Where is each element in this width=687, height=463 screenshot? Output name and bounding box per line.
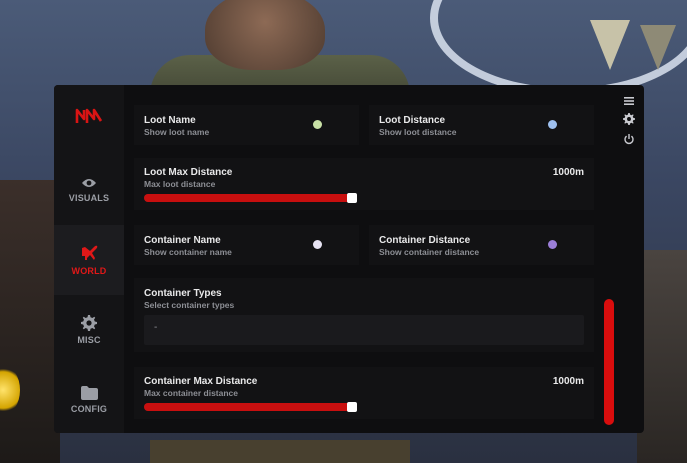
- sidebar-item-misc[interactable]: MISC: [54, 295, 124, 365]
- setting-subtitle: Select container types: [144, 300, 235, 310]
- background-character-head: [205, 0, 325, 70]
- select-value: -: [154, 322, 158, 333]
- background-flag: [640, 25, 676, 70]
- setting-title: Loot Distance: [379, 115, 446, 126]
- sidebar-item-visuals[interactable]: VISUALS: [54, 155, 124, 225]
- color-picker-swatch[interactable]: [548, 120, 557, 129]
- background-wall-right: [637, 250, 687, 463]
- background-figure: [150, 440, 410, 463]
- sidebar-item-label: WORLD: [71, 266, 107, 276]
- airplane-icon: [82, 245, 98, 260]
- setting-container-max-distance: Container Max Distance Max container dis…: [134, 367, 594, 419]
- setting-container-types: Container Types Select container types -: [134, 278, 594, 352]
- container-types-select[interactable]: -: [144, 315, 584, 345]
- color-picker-swatch[interactable]: [313, 240, 322, 249]
- sidebar-item-label: CONFIG: [70, 404, 108, 414]
- gear-icon: [81, 315, 97, 331]
- brand-logo: [75, 108, 103, 123]
- settings-panel: VISUALS WORLD MISC CONFIG Loot Name Show…: [54, 85, 644, 433]
- color-picker-swatch[interactable]: [548, 240, 557, 249]
- container-max-distance-slider[interactable]: [144, 402, 357, 412]
- scrollbar-thumb[interactable]: [604, 299, 614, 425]
- loot-max-distance-slider[interactable]: [144, 193, 357, 203]
- setting-subtitle: Max loot distance: [144, 179, 216, 189]
- setting-subtitle: Max container distance: [144, 388, 239, 398]
- slider-handle[interactable]: [347, 193, 357, 203]
- setting-title: Container Types: [144, 288, 222, 299]
- setting-title: Container Distance: [379, 235, 471, 246]
- sidebar-item-world[interactable]: WORLD: [54, 225, 124, 295]
- setting-subtitle: Show loot distance: [379, 127, 457, 137]
- power-icon[interactable]: [623, 133, 635, 145]
- gear-icon[interactable]: [623, 113, 635, 125]
- setting-container-name[interactable]: Container Name Show container name: [134, 225, 359, 265]
- sidebar-item-config[interactable]: CONFIG: [54, 365, 124, 435]
- setting-subtitle: Show container distance: [379, 247, 480, 257]
- setting-loot-distance[interactable]: Loot Distance Show loot distance: [369, 105, 594, 145]
- setting-title: Loot Name: [144, 115, 196, 126]
- sidebar-item-label: MISC: [77, 335, 101, 345]
- slider-value: 1000m: [552, 167, 584, 178]
- menu-icon[interactable]: [623, 95, 635, 107]
- sidebar: VISUALS WORLD MISC CONFIG: [54, 85, 124, 433]
- settings-content: Loot Name Show loot name Loot Distance S…: [134, 85, 604, 433]
- folder-icon: [80, 386, 98, 400]
- setting-title: Container Name: [144, 235, 221, 246]
- background-flag: [590, 20, 630, 70]
- setting-subtitle: Show loot name: [144, 127, 210, 137]
- setting-title: Loot Max Distance: [144, 167, 233, 178]
- slider-value: 1000m: [552, 376, 584, 387]
- setting-loot-name[interactable]: Loot Name Show loot name: [134, 105, 359, 145]
- setting-title: Container Max Distance: [144, 376, 258, 387]
- setting-container-distance[interactable]: Container Distance Show container distan…: [369, 225, 594, 265]
- background-wall-left: [0, 180, 60, 463]
- slider-fill: [144, 194, 357, 202]
- slider-handle[interactable]: [347, 402, 357, 412]
- color-picker-swatch[interactable]: [313, 120, 322, 129]
- slider-fill: [144, 403, 357, 411]
- setting-subtitle: Show container name: [144, 247, 232, 257]
- setting-loot-max-distance: Loot Max Distance Max loot distance 1000…: [134, 158, 594, 210]
- sidebar-item-label: VISUALS: [68, 193, 110, 203]
- right-toolbar: [614, 85, 644, 433]
- eye-icon: [82, 179, 96, 187]
